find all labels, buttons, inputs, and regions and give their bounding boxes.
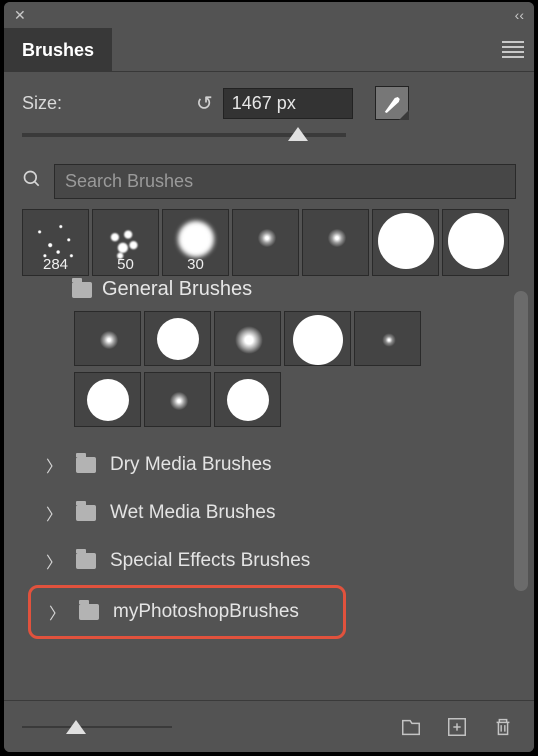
tab-brushes[interactable]: Brushes [4,28,112,72]
panel-footer [4,700,534,752]
folder-myphotoshopbrushes[interactable]: 〉 myPhotoshopBrushes [28,585,346,639]
thumbnail-size-slider[interactable] [22,718,172,736]
brush-thumb[interactable] [214,311,281,366]
tab-label: Brushes [22,40,94,61]
brush-thumb[interactable]: 284 [22,209,89,276]
folder-icon [76,553,96,569]
brush-thumbstrip: 284 50 30 [22,209,516,276]
chevron-right-icon: 〉 [46,549,62,573]
search-icon[interactable] [22,169,42,194]
brush-thumb[interactable] [232,209,299,276]
size-slider[interactable] [4,126,534,156]
search-input[interactable] [54,164,516,199]
close-icon[interactable]: ✕ [14,7,26,24]
folder-label: General Brushes [102,278,252,301]
general-brushes-grid [22,311,516,427]
collapse-icon[interactable]: ‹‹ [515,7,524,23]
delete-brush-icon[interactable] [490,714,516,740]
folder-icon [79,604,99,620]
folder-header-general[interactable]: General Brushes [22,276,516,307]
folder-label: Dry Media Brushes [110,454,272,476]
size-input[interactable] [223,88,353,119]
brush-thumb[interactable] [144,311,211,366]
brush-thumb[interactable] [144,372,211,427]
size-row: Size: ↺ [4,72,534,126]
folder-label: Special Effects Brushes [110,550,310,572]
chevron-right-icon: 〉 [49,600,65,624]
brush-thumb[interactable] [354,311,421,366]
brush-thumb[interactable] [284,311,351,366]
folder-dry-media[interactable]: 〉 Dry Media Brushes [22,441,516,489]
scrollbar[interactable] [514,291,528,637]
brush-thumb[interactable] [302,209,369,276]
brushes-panel: ✕ ‹‹ Brushes Size: ↺ [4,2,534,752]
brush-preview-swatch[interactable] [375,86,409,120]
brush-thumb[interactable] [74,311,141,366]
brush-thumb[interactable]: 50 [92,209,159,276]
scrollbar-thumb[interactable] [514,291,528,591]
folder-label: myPhotoshopBrushes [113,601,299,623]
chevron-right-icon: 〉 [46,501,62,525]
brush-thumb[interactable] [442,209,509,276]
general-brushes-section: General Brushes [22,276,516,427]
new-brush-icon[interactable] [444,714,470,740]
folder-icon [76,505,96,521]
brush-thumb[interactable] [372,209,439,276]
tab-bar: Brushes [4,28,534,72]
chevron-right-icon: 〉 [46,453,62,477]
slider-handle-icon[interactable] [66,720,86,734]
save-as-preset-icon[interactable] [398,714,424,740]
folder-label: Wet Media Brushes [110,502,275,524]
folder-wet-media[interactable]: 〉 Wet Media Brushes [22,489,516,537]
tab-filler [112,28,534,72]
brush-thumb[interactable]: 30 [162,209,229,276]
brush-thumb[interactable] [214,372,281,427]
folder-icon [72,282,92,298]
panel-titlebar: ✕ ‹‹ [4,2,534,28]
brush-list-area: 284 50 30 General Brushes [4,207,534,700]
folder-icon [76,457,96,473]
slider-handle-icon[interactable] [288,127,308,141]
panel-menu-icon[interactable] [502,41,524,58]
size-label: Size: [22,93,182,114]
folder-special-effects[interactable]: 〉 Special Effects Brushes [22,537,516,585]
brush-thumb[interactable] [74,372,141,427]
reset-size-icon[interactable]: ↺ [196,91,213,116]
search-row [4,156,534,207]
